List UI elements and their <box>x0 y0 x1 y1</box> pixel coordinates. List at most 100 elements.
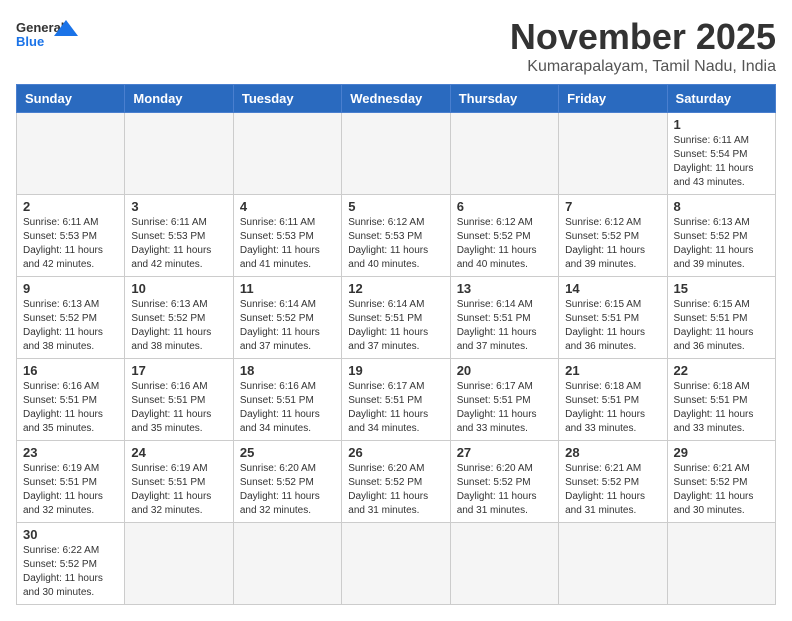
day-number: 26 <box>348 445 443 460</box>
calendar-cell: 29 Sunrise: 6:21 AMSunset: 5:52 PMDayligh… <box>667 441 775 523</box>
location-title: Kumarapalayam, Tamil Nadu, India <box>510 58 776 76</box>
day-info: Sunrise: 6:14 AMSunset: 5:51 PMDaylight:… <box>348 298 443 354</box>
calendar-cell <box>559 523 667 605</box>
day-number: 22 <box>674 363 769 378</box>
day-info: Sunrise: 6:13 AMSunset: 5:52 PMDaylight:… <box>131 298 226 354</box>
calendar-cell: 14Sunrise: 6:15 AMSunset: 5:51 PMDayligh… <box>559 277 667 359</box>
day-info: Sunrise: 6:21 AMSunset: 5:52 PMDaylight:… <box>674 462 769 518</box>
day-number: 20 <box>457 363 552 378</box>
weekday-header-sunday: Sunday <box>17 85 125 113</box>
day-number: 2 <box>23 199 118 214</box>
title-block: November 2025 Kumarapalayam, Tamil Nadu,… <box>510 16 776 76</box>
calendar-cell <box>342 113 450 195</box>
calendar-week-0: 1Sunrise: 6:11 AMSunset: 5:54 PMDaylight… <box>17 113 776 195</box>
calendar-cell: 23Sunrise: 6:19 AMSunset: 5:51 PMDayligh… <box>17 441 125 523</box>
calendar-cell: 7 Sunrise: 6:12 AMSunset: 5:52 PMDaylight… <box>559 195 667 277</box>
day-number: 5 <box>348 199 443 214</box>
calendar-cell: 11 Sunrise: 6:14 AMSunset: 5:52 PMDayligh… <box>233 277 341 359</box>
day-info: Sunrise: 6:11 AMSunset: 5:53 PMDaylight:… <box>23 216 118 272</box>
weekday-header-monday: Monday <box>125 85 233 113</box>
day-info: Sunrise: 6:17 AMSunset: 5:51 PMDaylight:… <box>457 380 552 436</box>
calendar-cell: 17 Sunrise: 6:16 AMSunset: 5:51 PMDayligh… <box>125 359 233 441</box>
day-info: Sunrise: 6:16 AMSunset: 5:51 PMDaylight:… <box>240 380 335 436</box>
day-number: 21 <box>565 363 660 378</box>
calendar-body: 1Sunrise: 6:11 AMSunset: 5:54 PMDaylight… <box>17 113 776 605</box>
calendar-cell: 27 Sunrise: 6:20 AMSunset: 5:52 PMDayligh… <box>450 441 558 523</box>
day-number: 30 <box>23 527 118 542</box>
calendar-cell: 10Sunrise: 6:13 AMSunset: 5:52 PMDayligh… <box>125 277 233 359</box>
day-info: Sunrise: 6:21 AMSunset: 5:52 PMDaylight:… <box>565 462 660 518</box>
day-info: Sunrise: 6:17 AMSunset: 5:51 PMDaylight:… <box>348 380 443 436</box>
day-number: 18 <box>240 363 335 378</box>
weekday-header-tuesday: Tuesday <box>233 85 341 113</box>
day-number: 25 <box>240 445 335 460</box>
day-number: 17 <box>131 363 226 378</box>
calendar-cell <box>233 113 341 195</box>
day-number: 16 <box>23 363 118 378</box>
calendar-cell: 24Sunrise: 6:19 AMSunset: 5:51 PMDayligh… <box>125 441 233 523</box>
day-number: 19 <box>348 363 443 378</box>
logo: General Blue <box>16 16 86 56</box>
day-info: Sunrise: 6:16 AMSunset: 5:51 PMDaylight:… <box>23 380 118 436</box>
calendar-cell: 13 Sunrise: 6:14 AMSunset: 5:51 PMDayligh… <box>450 277 558 359</box>
calendar-cell: 21 Sunrise: 6:18 AMSunset: 5:51 PMDayligh… <box>559 359 667 441</box>
day-info: Sunrise: 6:15 AMSunset: 5:51 PMDaylight:… <box>674 298 769 354</box>
weekday-header-friday: Friday <box>559 85 667 113</box>
calendar-cell: 5 Sunrise: 6:12 AMSunset: 5:53 PMDaylight… <box>342 195 450 277</box>
month-title: November 2025 <box>510 16 776 58</box>
calendar-cell: 19 Sunrise: 6:17 AMSunset: 5:51 PMDayligh… <box>342 359 450 441</box>
weekday-header-saturday: Saturday <box>667 85 775 113</box>
calendar-cell: 26 Sunrise: 6:20 AMSunset: 5:52 PMDayligh… <box>342 441 450 523</box>
calendar-cell <box>559 113 667 195</box>
day-number: 29 <box>674 445 769 460</box>
day-info: Sunrise: 6:13 AMSunset: 5:52 PMDaylight:… <box>23 298 118 354</box>
day-number: 13 <box>457 281 552 296</box>
calendar-cell <box>125 523 233 605</box>
weekday-header-thursday: Thursday <box>450 85 558 113</box>
day-info: Sunrise: 6:12 AMSunset: 5:52 PMDaylight:… <box>457 216 552 272</box>
day-number: 28 <box>565 445 660 460</box>
calendar-cell: 20 Sunrise: 6:17 AMSunset: 5:51 PMDayligh… <box>450 359 558 441</box>
weekday-row: SundayMondayTuesdayWednesdayThursdayFrid… <box>17 85 776 113</box>
day-info: Sunrise: 6:20 AMSunset: 5:52 PMDaylight:… <box>240 462 335 518</box>
day-info: Sunrise: 6:12 AMSunset: 5:53 PMDaylight:… <box>348 216 443 272</box>
day-info: Sunrise: 6:14 AMSunset: 5:51 PMDaylight:… <box>457 298 552 354</box>
day-info: Sunrise: 6:11 AMSunset: 5:53 PMDaylight:… <box>240 216 335 272</box>
day-info: Sunrise: 6:16 AMSunset: 5:51 PMDaylight:… <box>131 380 226 436</box>
day-number: 11 <box>240 281 335 296</box>
day-number: 15 <box>674 281 769 296</box>
day-info: Sunrise: 6:18 AMSunset: 5:51 PMDaylight:… <box>565 380 660 436</box>
calendar-cell <box>450 113 558 195</box>
calendar-cell: 25 Sunrise: 6:20 AMSunset: 5:52 PMDayligh… <box>233 441 341 523</box>
calendar-week-1: 2 Sunrise: 6:11 AMSunset: 5:53 PMDaylight… <box>17 195 776 277</box>
calendar-week-2: 9Sunrise: 6:13 AMSunset: 5:52 PMDaylight… <box>17 277 776 359</box>
day-number: 7 <box>565 199 660 214</box>
day-number: 27 <box>457 445 552 460</box>
calendar-header: SundayMondayTuesdayWednesdayThursdayFrid… <box>17 85 776 113</box>
day-info: Sunrise: 6:14 AMSunset: 5:52 PMDaylight:… <box>240 298 335 354</box>
day-number: 24 <box>131 445 226 460</box>
logo-svg: General Blue <box>16 16 86 56</box>
calendar-cell: 30 Sunrise: 6:22 AMSunset: 5:52 PMDayligh… <box>17 523 125 605</box>
calendar-cell: 28 Sunrise: 6:21 AMSunset: 5:52 PMDayligh… <box>559 441 667 523</box>
day-number: 8 <box>674 199 769 214</box>
calendar-cell: 15 Sunrise: 6:15 AMSunset: 5:51 PMDayligh… <box>667 277 775 359</box>
calendar-cell: 22Sunrise: 6:18 AMSunset: 5:51 PMDayligh… <box>667 359 775 441</box>
calendar-cell: 3Sunrise: 6:11 AMSunset: 5:53 PMDaylight… <box>125 195 233 277</box>
svg-text:Blue: Blue <box>16 34 44 49</box>
day-info: Sunrise: 6:15 AMSunset: 5:51 PMDaylight:… <box>565 298 660 354</box>
page-header: General Blue November 2025 Kumarapalayam… <box>16 16 776 76</box>
calendar-cell: 4Sunrise: 6:11 AMSunset: 5:53 PMDaylight… <box>233 195 341 277</box>
day-number: 3 <box>131 199 226 214</box>
day-info: Sunrise: 6:12 AMSunset: 5:52 PMDaylight:… <box>565 216 660 272</box>
calendar-cell: 8 Sunrise: 6:13 AMSunset: 5:52 PMDaylight… <box>667 195 775 277</box>
day-number: 23 <box>23 445 118 460</box>
day-info: Sunrise: 6:20 AMSunset: 5:52 PMDaylight:… <box>457 462 552 518</box>
day-info: Sunrise: 6:22 AMSunset: 5:52 PMDaylight:… <box>23 544 118 600</box>
day-info: Sunrise: 6:13 AMSunset: 5:52 PMDaylight:… <box>674 216 769 272</box>
weekday-header-wednesday: Wednesday <box>342 85 450 113</box>
calendar-cell <box>125 113 233 195</box>
day-info: Sunrise: 6:20 AMSunset: 5:52 PMDaylight:… <box>348 462 443 518</box>
day-info: Sunrise: 6:11 AMSunset: 5:54 PMDaylight:… <box>674 134 769 190</box>
calendar-cell: 18 Sunrise: 6:16 AMSunset: 5:51 PMDayligh… <box>233 359 341 441</box>
